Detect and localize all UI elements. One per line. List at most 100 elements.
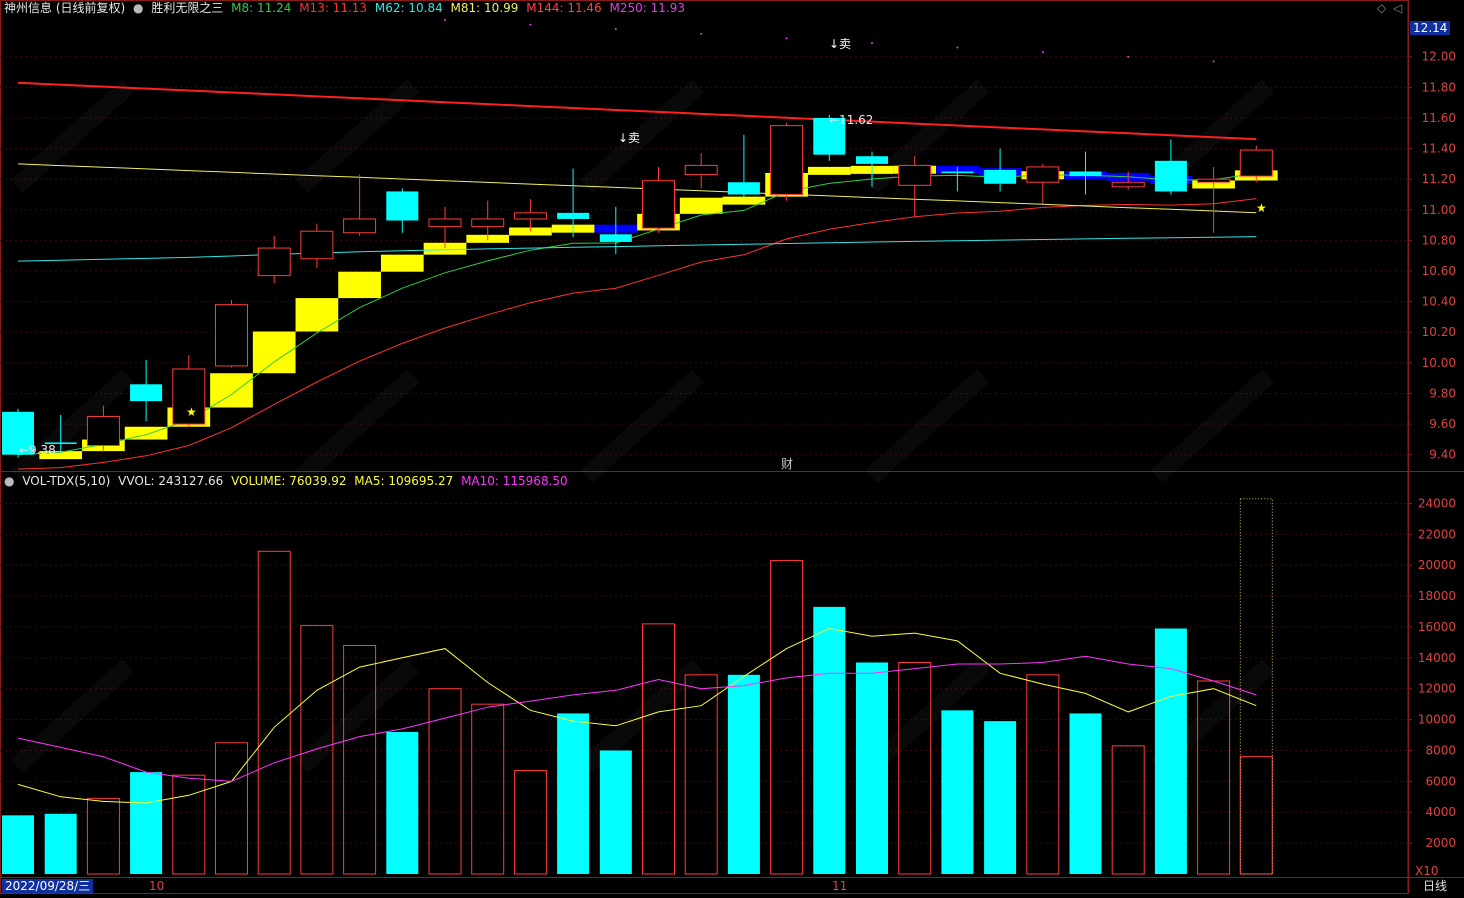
- ma250-dot: [614, 28, 617, 31]
- volume-tick-label: 18000: [1418, 589, 1456, 603]
- volume-bar-up: [1111, 745, 1145, 875]
- volume-bar-down: [856, 662, 888, 874]
- period-label[interactable]: 日线: [1420, 879, 1450, 893]
- watermark-band: [866, 369, 990, 483]
- high-price-label: ←11.62: [829, 113, 874, 127]
- candle-body-down: [130, 384, 163, 402]
- chart-stage: 12.00 11.80 11.60 11.40 11.20 11.00 10.80 10.60…: [0, 0, 1464, 894]
- volume-bar-up: [343, 644, 377, 875]
- candle-body-down: [856, 156, 888, 164]
- ma250-dot: [529, 23, 532, 26]
- volume-tick-label: 2000: [1425, 836, 1456, 850]
- start-date-chip[interactable]: 2022/09/28/三: [2, 879, 94, 893]
- signal-band-block: [679, 197, 723, 214]
- watermark-band: [1151, 369, 1275, 483]
- volume-bar-up: [642, 623, 675, 875]
- candle-body-down: [386, 191, 419, 221]
- signal-band-block: [338, 271, 381, 299]
- price-tick-label: 9.40: [1429, 448, 1456, 462]
- candle-body-up: [770, 125, 804, 195]
- candle-body-up: [898, 164, 932, 186]
- price-tick-label: 10.20: [1422, 325, 1456, 339]
- candle-body-down: [599, 234, 632, 242]
- candle-body-up: [684, 164, 718, 176]
- volume-bar-down: [2, 815, 34, 874]
- ma250-dot: [1041, 51, 1044, 54]
- vvol-label: VVOL: 243127.66: [118, 474, 224, 488]
- candle-body-up: [471, 218, 505, 228]
- signal-band-block: [807, 166, 851, 175]
- ma5-label: MA5: 109695.27: [354, 474, 454, 488]
- price-tick-label: 11.80: [1422, 80, 1456, 94]
- collapse-icon[interactable]: ◁: [1393, 1, 1402, 15]
- volume-bar-down: [813, 606, 846, 874]
- volume-tick-label: 8000: [1425, 743, 1456, 757]
- volume-indicator-name[interactable]: VOL-TDX(5,10): [22, 474, 110, 488]
- candle-body-down: [557, 212, 590, 219]
- price-tick-label: 10.80: [1422, 233, 1456, 247]
- ma81-label: M81: 10.99: [450, 1, 519, 15]
- candle-body-up: [86, 415, 120, 447]
- volume-bar-up: [1239, 756, 1273, 875]
- chart-svg[interactable]: 12.00 11.80 11.60 11.40 11.20 11.00 10.80 10.60…: [0, 0, 1464, 894]
- volume-bar-up: [86, 797, 120, 875]
- price-tick-label: 12.00: [1422, 50, 1456, 64]
- price-panel-header: 神州信息 (日线前复权) ● 胜利无限之三 M8: 11.24 M13: 11.…: [4, 1, 689, 15]
- watermark-band: [581, 369, 705, 483]
- indicator-name[interactable]: 胜利无限之三: [151, 1, 223, 15]
- signal-band-block: [210, 373, 253, 408]
- watermark: [1151, 369, 1275, 483]
- ma250-label: M250: 11.93: [609, 1, 685, 15]
- volume-bar-down: [130, 772, 163, 874]
- ma81-line: [17, 163, 1257, 214]
- volume-label: VOLUME: 76039.92: [231, 474, 347, 488]
- ma250-dot: [1212, 60, 1215, 63]
- ma144-label: M144: 11.46: [526, 1, 602, 15]
- signal-band-block: [252, 331, 296, 374]
- volume-tick-label: 20000: [1418, 558, 1456, 572]
- candle-body-up: [642, 180, 675, 229]
- volume-bar-up: [1026, 674, 1060, 875]
- candle-body-down: [1154, 160, 1187, 192]
- current-price-chip: 12.14: [1410, 21, 1451, 35]
- candle-body-down: [727, 182, 760, 195]
- volume-tick-label: 22000: [1418, 527, 1456, 541]
- watermark: [11, 659, 135, 773]
- volume-tick-label: 6000: [1425, 774, 1456, 788]
- volume-bar-up: [770, 560, 804, 875]
- star-marker-1: ★: [186, 405, 197, 419]
- signal-band-block: [295, 298, 339, 332]
- diamond-icon[interactable]: ◇: [1377, 1, 1386, 15]
- volume-bar-down: [1069, 713, 1102, 874]
- price-tick-label: 11.20: [1422, 172, 1456, 186]
- price-tick-label: 11.40: [1422, 142, 1456, 156]
- stock-name[interactable]: 神州信息 (日线前复权): [4, 1, 125, 15]
- finance-marker[interactable]: 财: [778, 457, 796, 471]
- volume-tick-label: 4000: [1425, 805, 1456, 819]
- price-tick-label: 10.00: [1422, 356, 1456, 370]
- watermark-band: [296, 369, 420, 483]
- volume-unit: X10: [1415, 864, 1439, 878]
- sell-signal-1: ↓卖: [829, 37, 852, 51]
- volume-bar-down: [1154, 628, 1187, 874]
- volume-panel-header: ● VOL-TDX(5,10) VVOL: 243127.66 VOLUME: …: [4, 474, 572, 488]
- volume-bar-down: [386, 731, 419, 874]
- volume-bar-up: [257, 550, 291, 875]
- price-tick-label: 9.60: [1429, 417, 1456, 431]
- candle-body-up: [257, 247, 291, 277]
- ma62-label: M62: 10.84: [374, 1, 443, 15]
- watermark: [866, 369, 990, 483]
- candle-body-down: [984, 170, 1017, 184]
- ma250-dot: [700, 32, 703, 35]
- volume-tick-label: 24000: [1418, 496, 1456, 510]
- ma10-label: MA10: 115968.50: [461, 474, 568, 488]
- candle-body-up: [343, 218, 377, 234]
- price-tick-label: 11.60: [1422, 111, 1456, 125]
- ma250-dot: [1127, 55, 1130, 58]
- star-marker-2: ★: [1256, 201, 1267, 215]
- indicator-dot-icon: ●: [4, 474, 15, 488]
- month-11-label: 11: [832, 879, 848, 893]
- volume-bar-up: [471, 703, 505, 875]
- volume-tick-label: 16000: [1418, 620, 1456, 634]
- ma250-dot: [871, 41, 873, 44]
